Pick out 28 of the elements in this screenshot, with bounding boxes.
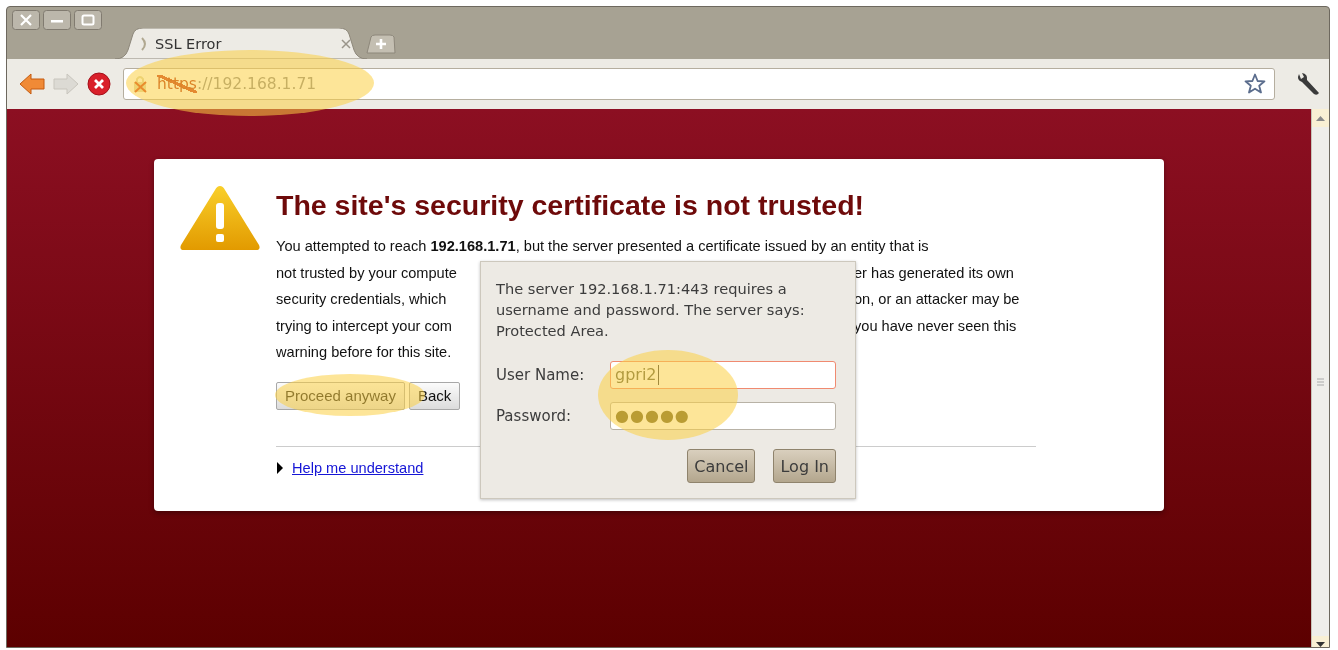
dialog-message: The server 192.168.1.71:443 requires a username and password. The server says: Protected Area.	[496, 279, 806, 341]
field-label: User Name:	[496, 365, 586, 384]
warning-text: trying to intercept your com	[276, 317, 452, 334]
wrench-icon[interactable]	[1295, 71, 1321, 97]
browser-tab[interactable]: SSL Error	[115, 28, 367, 59]
warning-title: The site's security certificate is not trusted!	[276, 189, 866, 222]
minimize-icon[interactable]	[43, 10, 71, 30]
help-link[interactable]: Help me understand	[292, 459, 424, 476]
close-icon[interactable]	[12, 10, 40, 30]
maximize-icon[interactable]	[74, 10, 102, 30]
warning-icon	[178, 183, 262, 253]
collapsed-triangle-icon[interactable]	[276, 460, 284, 475]
close-tab-icon[interactable]	[341, 38, 351, 49]
warning-text: not trusted by your compute	[276, 264, 457, 281]
login-button[interactable]: Log In	[773, 449, 836, 483]
warning-text: warning before for this site.	[276, 344, 452, 360]
warning-text: security credentials, which	[276, 291, 447, 307]
field-label: Password:	[496, 406, 573, 425]
warning-text: You attempted to reach 192.168.1.71, but the server presented a certificate issued by an entity that is	[276, 238, 929, 254]
tab-title: SSL Error	[155, 35, 222, 52]
star-icon[interactable]	[1244, 73, 1266, 95]
scrollbar[interactable]	[1312, 109, 1329, 647]
new-tab-icon[interactable]	[366, 34, 396, 54]
back-arrow-icon[interactable]	[19, 72, 45, 96]
cancel-button[interactable]: Cancel	[687, 449, 756, 483]
stop-icon[interactable]	[87, 72, 111, 96]
back-button[interactable]: Back	[408, 381, 461, 410]
proceed-button[interactable]: Proceed anyway	[276, 381, 405, 410]
